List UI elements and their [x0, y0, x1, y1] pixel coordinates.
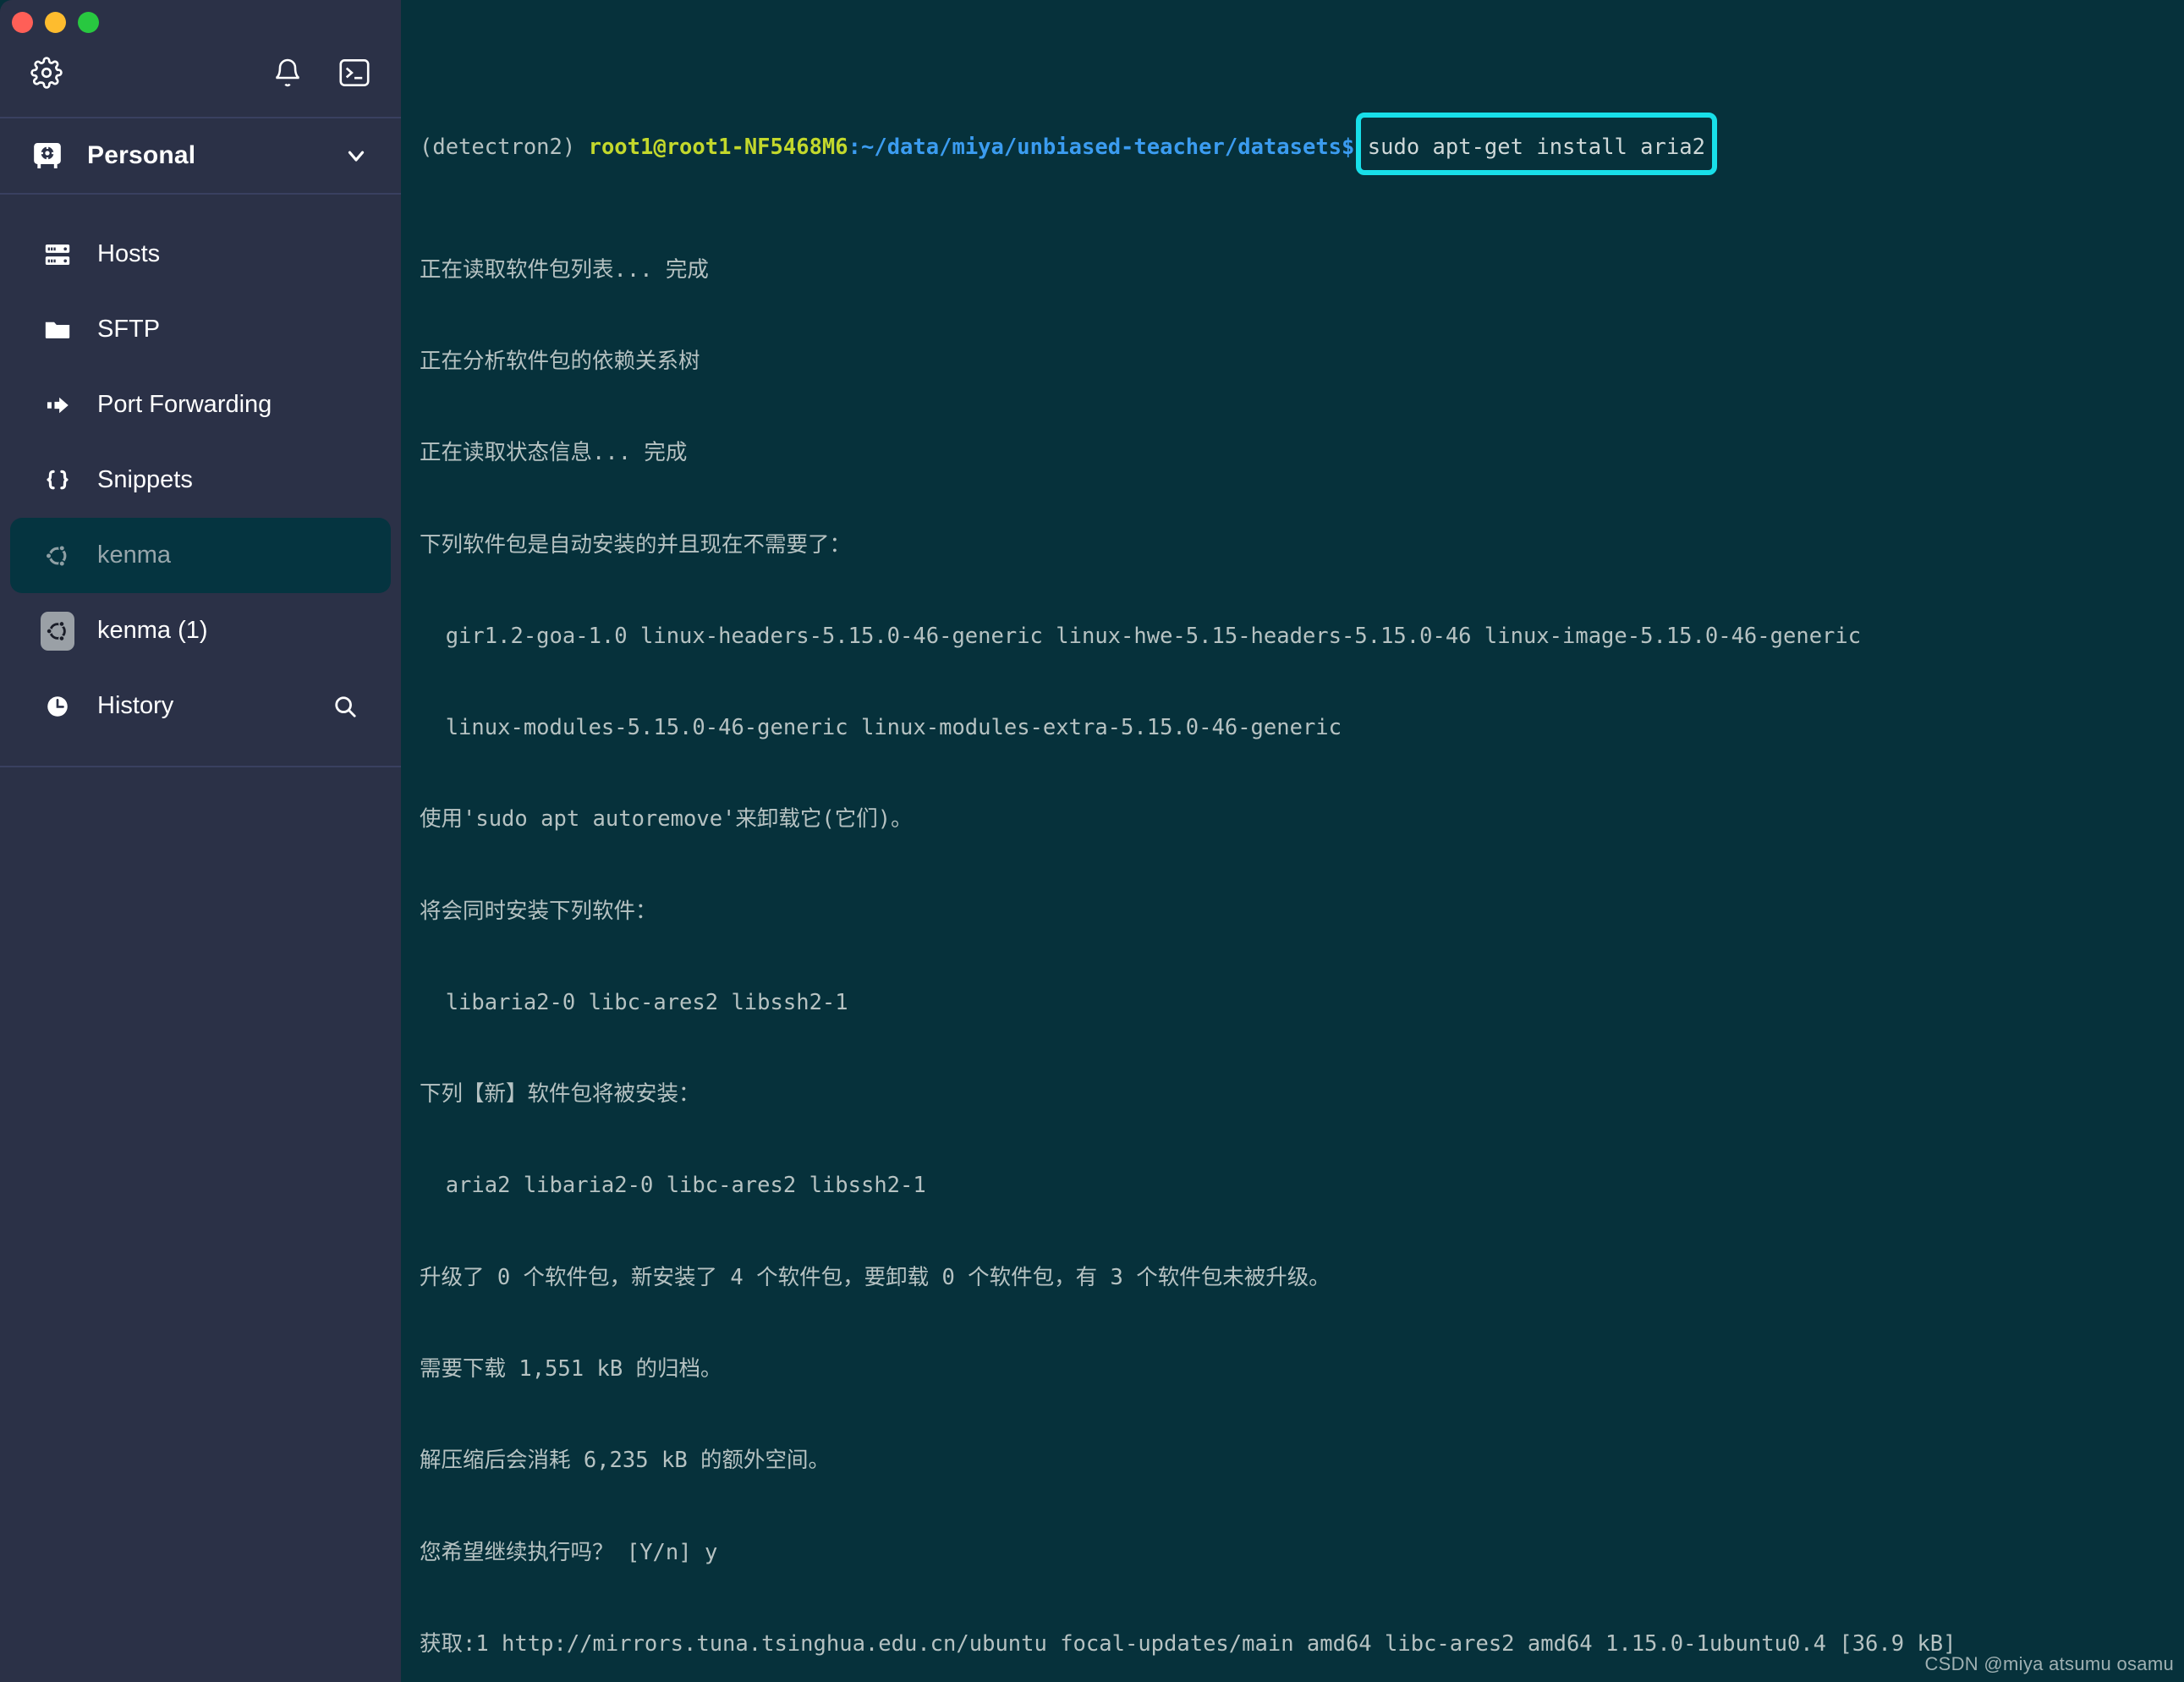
- clock-icon: [41, 692, 74, 721]
- terminal-line: 升级了 0 个软件包，新安装了 4 个软件包，要卸载 0 个软件包，有 3 个软…: [420, 1264, 1331, 1290]
- sidebar-item-port-forwarding[interactable]: Port Forwarding: [10, 367, 391, 442]
- typed-command: sudo apt-get install aria2: [1367, 135, 1705, 161]
- sidebar-item-label: Snippets: [97, 466, 193, 493]
- terminal-line: 将会同时安装下列软件：: [420, 898, 657, 924]
- watermark: CSDN @miya atsumu osamu: [1924, 1653, 2174, 1674]
- sidebar: Personal Hosts SFTP Port Forwarding Snip…: [0, 0, 401, 1682]
- sidebar-item-kenma[interactable]: kenma: [10, 518, 391, 593]
- sidebar-item-sftp[interactable]: SFTP: [10, 292, 391, 367]
- prompt-user-host: root1@root1-NF5468M6: [588, 135, 848, 161]
- terminal-line: 正在分析软件包的依赖关系树: [420, 348, 700, 374]
- window-traffic-lights: [12, 12, 99, 33]
- sidebar-item-label: SFTP: [97, 316, 161, 343]
- prompt-path: ~/data/miya/unbiased-teacher/datasets: [861, 135, 1342, 161]
- minimize-button[interactable]: [45, 12, 66, 33]
- close-button[interactable]: [12, 12, 33, 33]
- terminal-line: 解压缩后会消耗 6,235 kB 的额外空间。: [420, 1448, 831, 1474]
- sidebar-nav: Hosts SFTP Port Forwarding Snippets kenm…: [0, 195, 401, 767]
- sidebar-item-label: History: [97, 692, 174, 719]
- ubuntu-icon: [41, 541, 74, 570]
- vault-icon: [30, 139, 64, 173]
- sidebar-item-label: kenma: [97, 541, 172, 569]
- app-window: Personal Hosts SFTP Port Forwarding Snip…: [0, 0, 2184, 1682]
- sidebar-item-history[interactable]: History: [10, 668, 391, 744]
- terminal-line: linux-modules-5.15.0-46-generic linux-mo…: [420, 715, 1342, 741]
- terminal-pane[interactable]: (detectron2) root1@root1-NF5468M6:~/data…: [401, 0, 2184, 1682]
- sidebar-item-snippets[interactable]: Snippets: [10, 442, 391, 518]
- chevron-down-icon[interactable]: [343, 143, 369, 168]
- terminal-line: 正在读取软件包列表... 完成: [420, 256, 709, 283]
- workspace-selector[interactable]: Personal: [0, 118, 401, 195]
- ubuntu-badge-icon: [41, 611, 74, 651]
- terminal-output: (detectron2) root1@root1-NF5468M6:~/data…: [420, 41, 2184, 1682]
- terminal-line: 使用'sudo apt autoremove'来卸载它(它们)。: [420, 806, 913, 833]
- sidebar-item-kenma-1[interactable]: kenma (1): [10, 593, 391, 668]
- sidebar-item-label: kenma (1): [97, 617, 208, 644]
- terminal-icon[interactable]: [338, 58, 370, 87]
- sidebar-item-hosts[interactable]: Hosts: [10, 217, 391, 292]
- sidebar-divider: [0, 766, 401, 767]
- sidebar-item-label: Port Forwarding: [97, 391, 272, 418]
- server-icon: [41, 240, 74, 269]
- terminal-prompt-line: (detectron2) root1@root1-NF5468M6:~/data…: [420, 132, 2184, 162]
- search-icon[interactable]: [332, 693, 359, 720]
- workspace-label: Personal: [87, 141, 196, 169]
- terminal-line: 下列软件包是自动安装的并且现在不需要了：: [420, 531, 852, 558]
- zoom-button[interactable]: [78, 12, 99, 33]
- terminal-line: aria2 libaria2-0 libc-ares2 libssh2-1: [420, 1173, 926, 1199]
- terminal-line: 正在读取状态信息... 完成: [420, 440, 688, 466]
- terminal-line: libaria2-0 libc-ares2 libssh2-1: [420, 989, 848, 1015]
- terminal-line: 您希望继续执行吗？ [Y/n] y: [420, 1539, 718, 1565]
- terminal-line: 获取:1 http://mirrors.tuna.tsinghua.edu.cn…: [420, 1630, 1956, 1657]
- ubuntu-badge-background: [41, 611, 74, 651]
- braces-icon: [41, 466, 74, 495]
- folder-icon: [41, 316, 74, 344]
- gear-icon[interactable]: [30, 57, 63, 89]
- prompt-env: (detectron2): [420, 135, 576, 161]
- prompt-separator: :: [848, 135, 861, 161]
- terminal-line: gir1.2-goa-1.0 linux-headers-5.15.0-46-g…: [420, 623, 1862, 649]
- prompt-sigil: $: [1342, 135, 1355, 161]
- terminal-line: 需要下载 1,551 kB 的归档。: [420, 1356, 722, 1382]
- forward-arrow-icon: [41, 391, 74, 420]
- sidebar-item-label: Hosts: [97, 240, 161, 267]
- terminal-line: 下列【新】软件包将被安装：: [420, 1081, 700, 1108]
- bell-icon[interactable]: [272, 58, 303, 88]
